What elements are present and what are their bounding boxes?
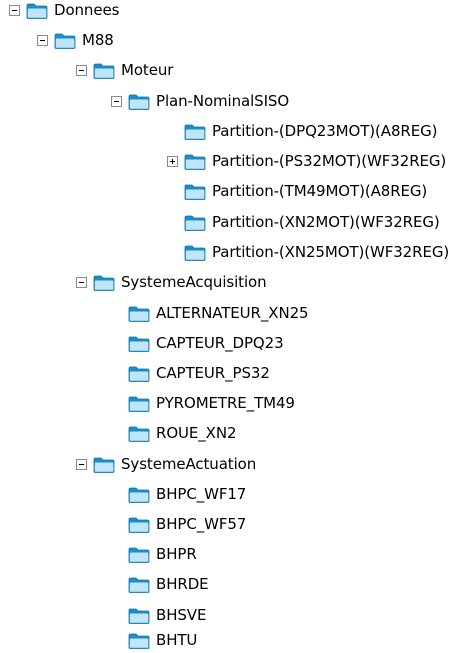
minus-box-icon[interactable] — [9, 4, 20, 16]
tree-node[interactable]: Partition-(DPQ23MOT)(A8REG) — [167, 121, 437, 141]
tree-node[interactable]: Partition-(PS32MOT)(WF32REG) — [167, 151, 446, 171]
folder-icon — [184, 123, 206, 140]
toggle-spacer — [167, 186, 178, 197]
folder-icon — [184, 214, 206, 231]
tree-node-label: SystemeActuation — [121, 455, 257, 473]
tree-node-label: BHPC_WF17 — [156, 485, 247, 503]
folder-icon — [128, 365, 150, 382]
tree-view: Donnees M88 Moteur Plan-NominalSISO Partitio… — [0, 0, 471, 649]
toggle-spacer — [167, 126, 178, 137]
toggle-spacer — [111, 549, 122, 560]
tree-node[interactable]: Moteur — [76, 60, 173, 80]
tree-node-label: M88 — [82, 31, 114, 49]
tree-node-label: ROUE_XN2 — [156, 424, 237, 442]
tree-node[interactable]: CAPTEUR_DPQ23 — [111, 333, 284, 353]
toggle-spacer — [111, 489, 122, 500]
toggle-spacer — [167, 247, 178, 258]
folder-icon — [128, 576, 150, 593]
folder-icon — [128, 607, 150, 624]
folder-icon — [26, 2, 48, 19]
folder-icon — [128, 93, 150, 110]
minus-box-icon[interactable] — [76, 458, 87, 470]
folder-icon — [93, 274, 115, 291]
tree-node[interactable]: PYROMETRE_TM49 — [111, 393, 295, 413]
tree-node[interactable]: Partition-(TM49MOT)(A8REG) — [167, 181, 427, 201]
tree-node[interactable]: ROUE_XN2 — [111, 423, 237, 443]
tree-node[interactable]: Plan-NominalSISO — [111, 91, 289, 111]
folder-icon — [184, 153, 206, 170]
tree-node[interactable]: Partition-(XN2MOT)(WF32REG) — [167, 212, 440, 232]
tree-node-label: BHTU — [156, 631, 198, 649]
tree-node-label: Partition-(XN25MOT)(WF32REG) — [212, 243, 450, 261]
folder-icon — [54, 32, 76, 49]
toggle-spacer — [111, 338, 122, 349]
folder-icon — [184, 183, 206, 200]
tree-node[interactable]: Donnees — [9, 0, 119, 20]
tree-node-label: ALTERNATEUR_XN25 — [156, 304, 309, 322]
toggle-spacer — [111, 610, 122, 621]
tree-node[interactable]: ALTERNATEUR_XN25 — [111, 303, 309, 323]
tree-node[interactable]: BHTU — [111, 630, 197, 650]
tree-node[interactable]: BHPR — [111, 544, 197, 564]
tree-node-label: BHRDE — [156, 575, 209, 593]
minus-box-icon[interactable] — [76, 276, 87, 288]
tree-node[interactable]: BHRDE — [111, 574, 209, 594]
tree-node-label: BHPC_WF57 — [156, 515, 247, 533]
toggle-spacer — [167, 217, 178, 228]
tree-node[interactable]: SystemeActuation — [76, 454, 256, 474]
toggle-spacer — [111, 428, 122, 439]
toggle-spacer — [111, 579, 122, 590]
tree-node[interactable]: CAPTEUR_PS32 — [111, 363, 270, 383]
tree-node[interactable]: BHPC_WF17 — [111, 484, 246, 504]
tree-node-label: Donnees — [54, 1, 120, 19]
tree-node-label: Moteur — [121, 61, 174, 79]
tree-node[interactable]: M88 — [37, 30, 114, 50]
tree-node-label: CAPTEUR_PS32 — [156, 364, 270, 382]
folder-icon — [128, 395, 150, 412]
tree-node-label: Partition-(DPQ23MOT)(A8REG) — [212, 122, 438, 140]
tree-node-label: PYROMETRE_TM49 — [156, 394, 295, 412]
minus-box-icon[interactable] — [76, 64, 87, 76]
folder-icon — [93, 62, 115, 79]
toggle-spacer — [111, 398, 122, 409]
toggle-spacer — [111, 519, 122, 530]
minus-box-icon[interactable] — [111, 95, 122, 107]
tree-node[interactable]: Partition-(XN25MOT)(WF32REG) — [167, 242, 449, 262]
toggle-spacer — [111, 635, 122, 646]
tree-node[interactable]: SystemeAcquisition — [76, 272, 267, 292]
folder-icon — [128, 516, 150, 533]
folder-icon — [93, 456, 115, 473]
minus-box-icon[interactable] — [37, 34, 48, 46]
tree-node[interactable]: BHSVE — [111, 605, 206, 625]
tree-node-label: Partition-(XN2MOT)(WF32REG) — [212, 213, 440, 231]
folder-icon — [128, 335, 150, 352]
folder-icon — [184, 244, 206, 261]
tree-node-label: BHSVE — [156, 606, 207, 624]
folder-icon — [128, 425, 150, 442]
tree-node-label: CAPTEUR_DPQ23 — [156, 334, 284, 352]
tree-node-label: Partition-(TM49MOT)(A8REG) — [212, 182, 428, 200]
toggle-spacer — [111, 308, 122, 319]
folder-icon — [128, 546, 150, 563]
tree-node-label: SystemeAcquisition — [121, 273, 267, 291]
folder-icon — [128, 305, 150, 322]
folder-icon — [128, 486, 150, 503]
tree-node-label: Partition-(PS32MOT)(WF32REG) — [212, 152, 447, 170]
plus-box-icon[interactable] — [167, 155, 178, 167]
toggle-spacer — [111, 368, 122, 379]
tree-node-label: BHPR — [156, 545, 197, 563]
tree-node[interactable]: BHPC_WF57 — [111, 514, 246, 534]
tree-node-label: Plan-NominalSISO — [156, 92, 290, 110]
